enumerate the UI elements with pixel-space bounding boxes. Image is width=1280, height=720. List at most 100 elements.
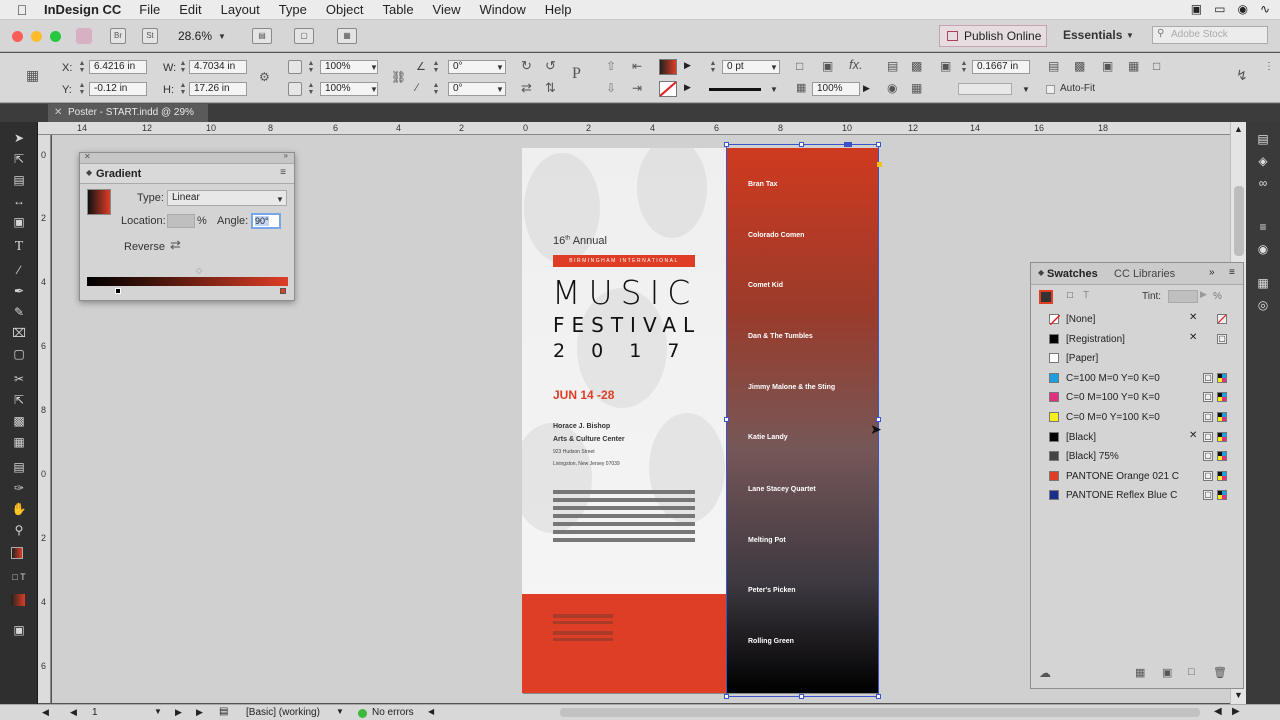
scroll-up-icon[interactable]: ▲ (1234, 124, 1243, 134)
select-previous-icon[interactable]: ⇤ (632, 59, 642, 73)
reverse-gradient-icon[interactable]: ⇄ (170, 237, 181, 253)
fill-proxy[interactable] (11, 547, 23, 559)
formatting-container-icon[interactable]: □ (1067, 290, 1073, 301)
last-page-icon[interactable]: ▶ (196, 707, 203, 718)
formatting-text-icon[interactable]: T (1083, 290, 1089, 301)
close-document-icon[interactable]: ✕ (54, 104, 62, 122)
text-wrap-none-icon[interactable]: ▤ (887, 59, 898, 73)
scale-y-stepper[interactable]: ▲ ▼ (307, 82, 315, 96)
rotate-dropdown-icon[interactable]: ▼ (496, 63, 504, 72)
text-wrap-jump-icon[interactable]: ▦ (911, 81, 922, 95)
x-stepper[interactable]: ▲ ▼ (78, 60, 86, 74)
stroke-type-field[interactable] (958, 83, 1012, 95)
live-corners-handle[interactable] (877, 162, 882, 167)
resize-handle[interactable] (799, 694, 804, 699)
zoom-tool-icon[interactable]: ⚲ (11, 522, 27, 538)
pencil-tool-icon[interactable]: ✎ (11, 304, 27, 320)
type-tool-icon[interactable]: T (11, 239, 27, 255)
swatch-row[interactable]: [Black] 75% ▢ (1031, 447, 1239, 466)
scroll-left-icon[interactable]: ◀ (1214, 706, 1222, 717)
gradient-panel-header[interactable]: ✕ » (80, 151, 294, 164)
preflight-profile[interactable]: [Basic] (working) (246, 707, 320, 718)
select-content-icon[interactable]: ⇩ (606, 81, 616, 95)
selection-bounding-box[interactable] (724, 142, 882, 699)
gradient-feather-tool-icon[interactable]: ▦ (11, 434, 27, 450)
rotate-stepper[interactable]: ▲ ▼ (432, 60, 440, 74)
gradient-swatch-tool-icon[interactable]: ▩ (11, 413, 27, 429)
bridge-button[interactable]: Br (110, 28, 126, 44)
swatch-row[interactable]: PANTONE Orange 021 C ▢ (1031, 467, 1239, 486)
zoom-dropdown-icon[interactable]: ▼ (218, 32, 226, 41)
swatch-row[interactable]: [None] ✕ (1031, 310, 1239, 329)
eyedropper-tool-icon[interactable]: ✑ (11, 480, 27, 496)
select-container-icon[interactable]: ⇧ (606, 59, 616, 73)
screen-mode-tool-icon[interactable]: ▣ (11, 622, 27, 638)
panel-options-toggle-icon[interactable]: ◆ (86, 168, 92, 177)
pages-icon[interactable]: ▤ (1255, 132, 1271, 146)
stroke-style-preview[interactable] (709, 88, 761, 91)
new-swatch-icon[interactable]: □ (1188, 666, 1195, 678)
hand-tool-icon[interactable]: ✋ (11, 501, 27, 517)
h-stepper[interactable]: ▲ ▼ (179, 82, 187, 96)
scroll-down-icon[interactable]: ▼ (1234, 690, 1243, 700)
swatch-row[interactable]: PANTONE Reflex Blue C ▢ (1031, 486, 1239, 505)
select-next-icon[interactable]: ⇥ (632, 81, 642, 95)
first-page-icon[interactable]: ◀ (42, 707, 49, 718)
swatch-row[interactable]: C=100 M=0 Y=0 K=0 ▢ (1031, 369, 1239, 388)
rotate-cw-icon[interactable]: ↻ (521, 58, 532, 74)
text-wrap-bbox-icon[interactable]: ▩ (911, 59, 922, 73)
new-group-icon[interactable]: ▣ (1162, 666, 1172, 679)
next-page-icon[interactable]: ▶ (175, 707, 182, 718)
show-swatches-icon[interactable]: ▦ (1135, 666, 1145, 679)
path-icon[interactable]: P (572, 65, 581, 83)
workspace-dropdown-icon[interactable]: ▼ (1126, 31, 1134, 40)
selection-tool-icon[interactable]: ➤ (11, 130, 27, 146)
control-panel-menu-icon[interactable]: ⋮ (1264, 61, 1274, 72)
minimize-window-button[interactable] (31, 31, 42, 42)
flip-horizontal-icon[interactable]: ⇄ (521, 80, 532, 96)
fit-content-icon[interactable]: ▤ (1048, 59, 1059, 73)
profile-dropdown-icon[interactable]: ▼ (336, 707, 344, 716)
swatch-row[interactable]: [Registration] ✕ ▢ (1031, 330, 1239, 349)
stock-button[interactable]: St (142, 28, 158, 44)
stroke-weight-dropdown-icon[interactable]: ▼ (770, 63, 778, 72)
color-icon[interactable]: ◉ (1255, 242, 1271, 256)
poster-red-block[interactable] (522, 594, 727, 693)
fit-frame-icon[interactable]: ▩ (1074, 59, 1085, 73)
panel-options-toggle-icon[interactable]: ◆ (1038, 268, 1044, 277)
shear-stepper[interactable]: ▲ ▼ (432, 82, 440, 96)
scroll-right-icon[interactable]: ▶ (1232, 706, 1240, 717)
workspace-switcher[interactable]: Essentials (1063, 28, 1122, 42)
cc-libraries-icon[interactable]: ◎ (1255, 298, 1271, 312)
rotate-ccw-icon[interactable]: ↺ (545, 58, 556, 74)
document-tab[interactable]: ✕ Poster - START.indd @ 29% (48, 104, 208, 122)
resize-handle[interactable] (724, 417, 729, 422)
resize-handle[interactable] (876, 694, 881, 699)
x-field[interactable]: 6.4216 in (89, 60, 147, 74)
screen-mode-icon[interactable]: ▢ (294, 28, 314, 44)
stroke-weight-stepper[interactable]: ▲ ▼ (709, 60, 717, 74)
rectangle-frame-tool-icon[interactable]: ⌧ (11, 325, 27, 341)
tint-arrow-icon[interactable]: ▶ (1200, 289, 1207, 300)
app-menu[interactable]: InDesign CC (44, 2, 121, 17)
scissors-tool-icon[interactable]: ✂ (11, 371, 27, 387)
opacity-field[interactable]: 100% (812, 82, 860, 96)
previous-page-icon[interactable]: ◀ (70, 707, 77, 718)
resize-handle[interactable] (876, 142, 881, 147)
swatches-icon[interactable]: ▦ (1255, 276, 1271, 290)
resize-handle[interactable] (724, 694, 729, 699)
opacity-arrow-icon[interactable]: ▶ (863, 83, 870, 94)
drop-shadow-icon[interactable]: ▣ (822, 59, 833, 73)
gradient-stop-black[interactable] (115, 288, 121, 294)
constrain-proportions-icon[interactable]: ⚙ (259, 70, 270, 84)
stroke-icon[interactable]: ≡ (1255, 220, 1271, 234)
cloud-sync-icon[interactable]: ☁ (1039, 666, 1051, 680)
page-number[interactable]: 1 (92, 707, 98, 718)
y-field[interactable]: -0.12 in (89, 82, 147, 96)
auto-fit-checkbox[interactable] (1046, 85, 1055, 94)
layers-icon[interactable]: ◈ (1255, 154, 1271, 168)
screen-icon[interactable]: ▣ (1191, 2, 1202, 16)
fill-stroke-proxy[interactable] (1039, 290, 1053, 304)
collapse-panel-icon[interactable]: » (284, 151, 288, 160)
resize-handle[interactable] (799, 142, 804, 147)
